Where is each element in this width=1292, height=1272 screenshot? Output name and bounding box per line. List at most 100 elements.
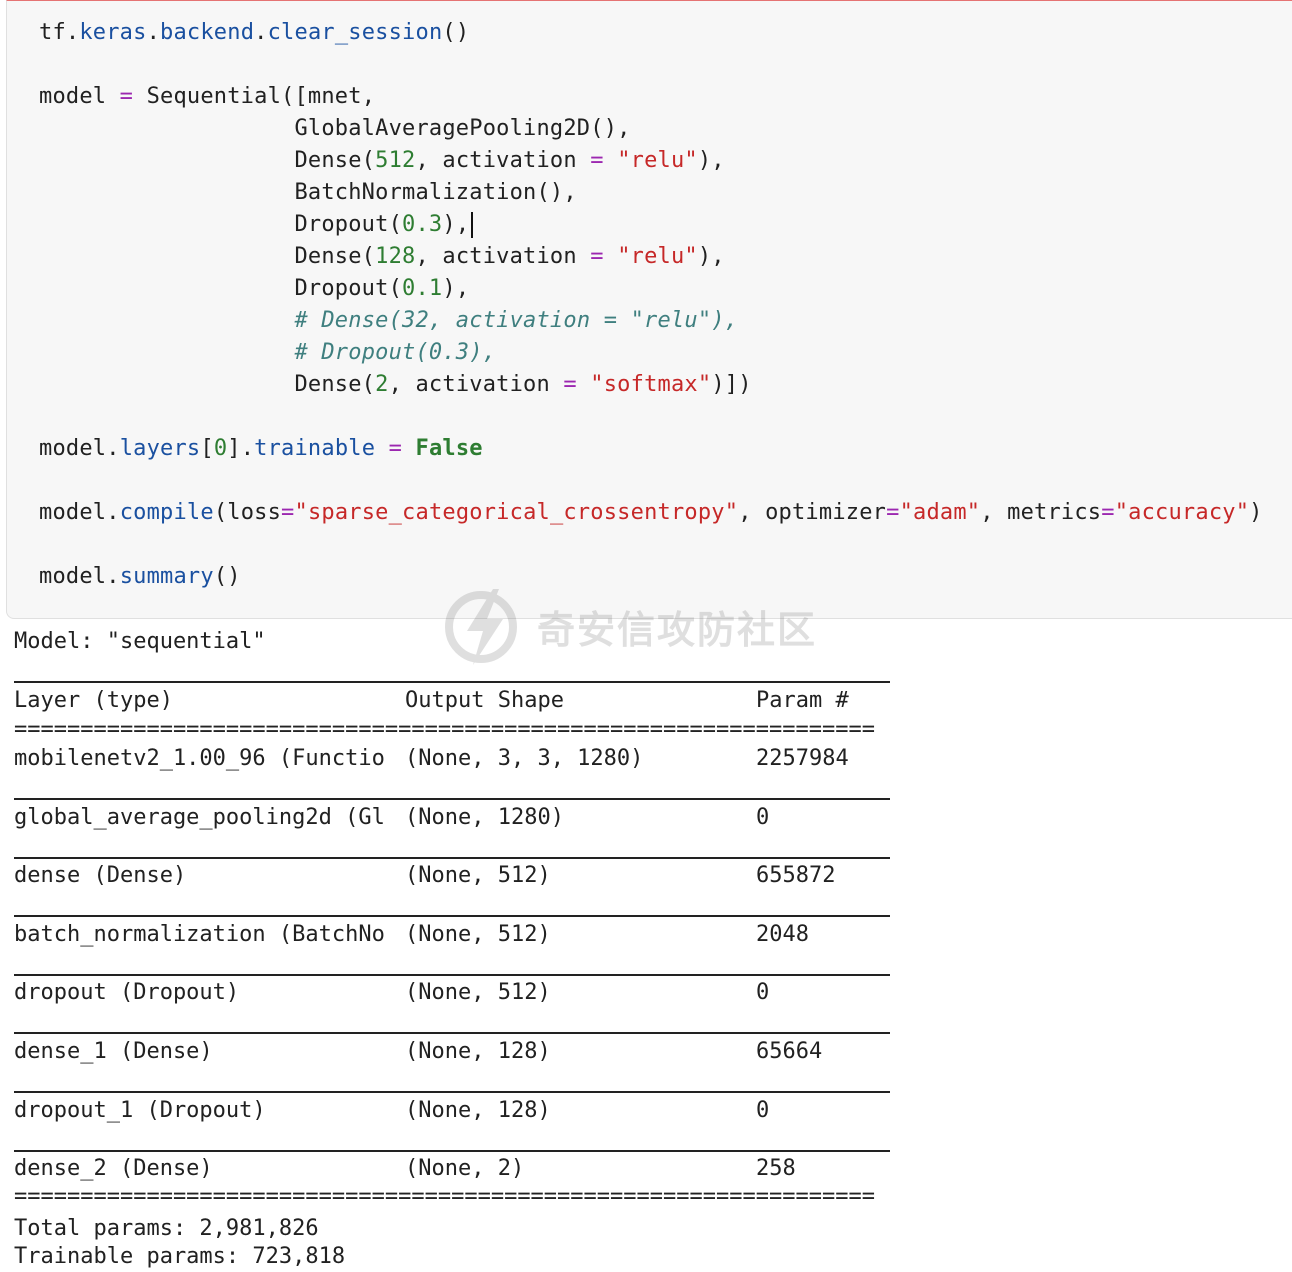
eq-divider: ========================================… xyxy=(14,724,890,736)
code-token: 2 xyxy=(375,372,389,397)
code-token: "softmax" xyxy=(590,372,712,397)
code-token: . xyxy=(146,20,161,45)
row-divider xyxy=(14,798,890,800)
code-token: 0 xyxy=(213,436,228,461)
code-token: = xyxy=(388,436,403,461)
code-line[interactable]: model.compile(loss="sparse_categorical_c… xyxy=(39,497,1263,529)
code-token: Dense( xyxy=(39,244,376,269)
code-token: False xyxy=(415,436,483,461)
code-line[interactable]: Dense(512, activation = "relu"), xyxy=(39,145,725,177)
code-token: keras xyxy=(79,20,147,45)
code-token: model xyxy=(39,564,107,589)
row-layer-cell: dense_2 (Dense) xyxy=(14,1156,213,1181)
code-token: Dense( xyxy=(39,372,376,397)
row-layer-cell: global_average_pooling2d (Gl xyxy=(14,805,385,830)
code-token: 0.3 xyxy=(402,212,443,237)
row-layer-cell: dense (Dense) xyxy=(14,863,187,888)
code-token: , optimizer xyxy=(738,500,887,525)
code-token: "sparse_categorical_crossentropy" xyxy=(294,500,739,525)
code-token: "adam" xyxy=(899,500,981,525)
code-token: ), xyxy=(697,244,725,269)
code-token: clear_session xyxy=(267,20,443,45)
row-divider xyxy=(14,1032,890,1034)
code-token: )]) xyxy=(711,372,752,397)
code-cell[interactable]: tf.keras.backend.clear_session()model = … xyxy=(6,0,1292,619)
code-line[interactable]: model = Sequential([mnet, xyxy=(39,81,375,113)
code-token: BatchNormalization(), xyxy=(39,180,577,205)
code-line[interactable]: model.summary() xyxy=(39,561,241,593)
header-layer: Layer (type) xyxy=(14,688,173,713)
code-token: (loss xyxy=(213,500,282,525)
code-token: # Dropout(0.3), xyxy=(294,340,497,365)
code-token: , activation xyxy=(415,148,591,173)
trainable-params: Trainable params: 723,818 xyxy=(14,1244,346,1269)
table-row: dropout_1 (Dropout) (None, 128) 0 xyxy=(0,1096,900,1126)
code-line[interactable]: GlobalAveragePooling2D(), xyxy=(39,113,631,145)
code-line[interactable]: tf.keras.backend.clear_session() xyxy=(39,17,469,49)
row-param-cell: 0 xyxy=(756,980,770,1005)
row-shape-cell: (None, 2) xyxy=(405,1156,525,1181)
code-token: ), xyxy=(442,212,470,237)
row-divider xyxy=(14,857,890,859)
header-shape: Output Shape xyxy=(405,688,564,713)
code-token: "relu" xyxy=(617,148,698,173)
code-line[interactable]: Dropout(0.1), xyxy=(39,273,469,305)
code-token: = xyxy=(563,372,577,397)
code-token: 512 xyxy=(375,148,416,173)
text-cursor xyxy=(471,212,474,238)
table-row: batch_normalization (BatchNo (None, 512) 2… xyxy=(0,920,900,950)
total-params: Total params: 2,981,826 xyxy=(14,1216,319,1241)
code-line[interactable]: # Dropout(0.3), xyxy=(39,337,496,369)
row-layer-cell: dropout_1 (Dropout) xyxy=(14,1098,266,1123)
code-token: () xyxy=(442,20,470,45)
code-token: model xyxy=(39,500,107,525)
row-divider xyxy=(14,915,890,917)
code-token: , activation xyxy=(415,244,591,269)
row-param-cell: 258 xyxy=(756,1156,796,1181)
code-token: "accuracy" xyxy=(1114,500,1250,525)
divider-line xyxy=(14,681,890,683)
code-token: Sequential([mnet, xyxy=(133,84,376,109)
code-token: . xyxy=(106,564,120,589)
code-line[interactable]: model.layers[0].trainable = False xyxy=(39,433,483,465)
model-title: Model: "sequential" xyxy=(14,629,266,654)
code-token: backend xyxy=(160,20,255,45)
code-token: , metrics xyxy=(980,500,1102,525)
code-token: [ xyxy=(200,436,214,461)
code-token: # Dense(32, activation = "relu"), xyxy=(294,308,739,333)
row-param-cell: 655872 xyxy=(756,863,836,888)
row-shape-cell: (None, 512) xyxy=(405,980,551,1005)
code-token: . xyxy=(254,20,268,45)
code-token: trainable xyxy=(254,436,376,461)
row-param-cell: 65664 xyxy=(756,1039,823,1064)
code-line[interactable]: # Dense(32, activation = "relu"), xyxy=(39,305,738,337)
code-token: 128 xyxy=(375,244,416,269)
code-token: . xyxy=(106,436,120,461)
code-line[interactable]: Dense(128, activation = "relu"), xyxy=(39,241,725,273)
code-token: Dropout( xyxy=(39,212,403,237)
code-token: compile xyxy=(119,500,214,525)
code-line[interactable]: Dense(2, activation = "softmax")]) xyxy=(39,369,752,401)
code-token: = xyxy=(1101,500,1115,525)
code-line[interactable]: BatchNormalization(), xyxy=(39,177,577,209)
code-token: Dense( xyxy=(39,148,376,173)
row-shape-cell: (None, 512) xyxy=(405,863,551,888)
code-token: . xyxy=(106,500,120,525)
table-row: dropout (Dropout) (None, 512) 0 xyxy=(0,978,900,1008)
table-row: dense (Dense) (None, 512) 655872 xyxy=(0,861,900,891)
row-param-cell: 2048 xyxy=(756,922,809,947)
code-token: = xyxy=(281,500,295,525)
code-line[interactable]: Dropout(0.3), xyxy=(39,209,474,241)
row-divider xyxy=(14,974,890,976)
code-token: = xyxy=(590,244,604,269)
code-token: ), xyxy=(442,276,470,301)
table-row: dense_2 (Dense) (None, 2) 258 xyxy=(0,1154,900,1184)
code-token: () xyxy=(213,564,241,589)
code-token: = xyxy=(886,500,900,525)
table-row: mobilenetv2_1.00_96 (Functio (None, 3, 3,… xyxy=(0,744,900,774)
